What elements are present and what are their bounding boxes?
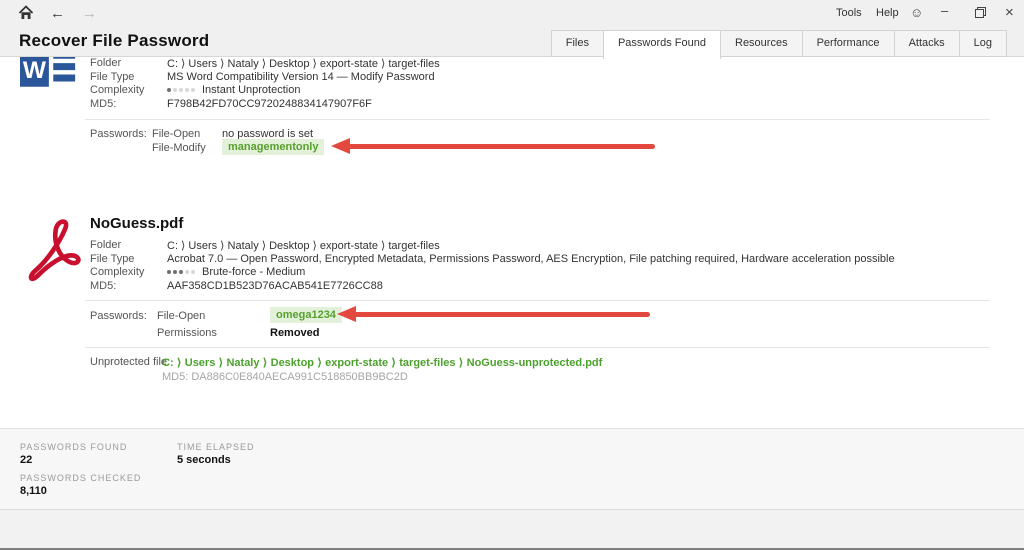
password-type: Permissions (157, 327, 217, 339)
passwords-checked-value: 8,110 (20, 485, 47, 497)
complexity-dots (167, 266, 197, 278)
restore-button[interactable] (975, 7, 986, 18)
folder-value: C: ⟩ Users ⟩ Nataly ⟩ Desktop ⟩ export-s… (167, 57, 440, 70)
forward-icon: → (82, 5, 97, 22)
section-divider (85, 119, 990, 120)
file-type-value: Acrobat 7.0 — Open Password, Encrypted M… (167, 253, 895, 265)
found-password-badge[interactable]: omega1234 (270, 307, 342, 323)
help-menu[interactable]: Help (876, 7, 899, 19)
footer-toolbar: Print Save Job RESUME ATTACKS SAVE REPOR… (0, 509, 1024, 550)
file-type-value: MS Word Compatibility Version 14 — Modif… (167, 71, 435, 83)
results-panel: W Folder C: ⟩ Users ⟩ Nataly ⟩ Desktop ⟩… (0, 57, 1024, 428)
adobe-pdf-icon (27, 212, 83, 288)
section-divider (85, 300, 990, 301)
highlight-arrow (331, 138, 655, 155)
highlight-arrow (337, 306, 650, 323)
md5-value: F798B42FD70CC9720248834147907F6F (167, 98, 372, 110)
minimize-button[interactable]: – (941, 3, 948, 18)
passwords-found-label: PASSWORDS FOUND (20, 442, 127, 452)
tab-log[interactable]: Log (959, 30, 1007, 57)
folder-label: Folder (90, 239, 121, 251)
complexity-label: Complexity (90, 84, 144, 96)
section-divider (85, 347, 990, 348)
tab-performance[interactable]: Performance (802, 30, 895, 57)
md5-value: AAF358CD1B523D76ACAB541E7726CC88 (167, 280, 383, 292)
permissions-value: Removed (270, 327, 320, 339)
page-title: Recover File Password (19, 31, 209, 51)
password-type: File-Open (152, 128, 200, 140)
complexity-label: Complexity (90, 266, 144, 278)
tab-resources[interactable]: Resources (720, 30, 803, 57)
feedback-smiley-icon[interactable]: ☺ (910, 5, 923, 20)
file-type-label: File Type (90, 71, 134, 83)
complexity-value: Brute-force - Medium (167, 266, 305, 278)
app-window: ← → Tools Help ☺ – × Recover File Passwo… (0, 0, 1024, 550)
tab-bar: Files Passwords Found Resources Performa… (552, 30, 1007, 59)
file-name: NoGuess.pdf (90, 215, 183, 232)
close-button[interactable]: × (1005, 4, 1014, 21)
tab-passwords-found[interactable]: Passwords Found (603, 30, 721, 59)
ms-word-icon: W (20, 57, 76, 94)
tab-files[interactable]: Files (551, 30, 604, 57)
found-password-badge[interactable]: managementonly (222, 139, 324, 155)
complexity-value: Instant Unprotection (167, 84, 300, 96)
stats-bar: PASSWORDS FOUND 22 TIME ELAPSED 5 second… (0, 428, 1024, 509)
folder-value: C: ⟩ Users ⟩ Nataly ⟩ Desktop ⟩ export-s… (167, 239, 440, 252)
unprotected-file-path[interactable]: C: ⟩ Users ⟩ Nataly ⟩ Desktop ⟩ export-s… (162, 356, 602, 369)
title-bar: ← → Tools Help ☺ – × (0, 0, 1024, 27)
password-type: File-Modify (152, 142, 206, 154)
tools-menu[interactable]: Tools (836, 7, 862, 19)
svg-text:W: W (23, 57, 47, 84)
folder-label: Folder (90, 57, 121, 69)
md5-label: MD5: (90, 280, 116, 292)
tab-attacks[interactable]: Attacks (894, 30, 960, 57)
passwords-checked-label: PASSWORDS CHECKED (20, 473, 141, 483)
file-type-label: File Type (90, 253, 134, 265)
home-icon[interactable] (18, 5, 34, 21)
unprotected-file-md5: MD5: DA886C0E840AECA991C518850BB9BC2D (162, 371, 408, 383)
complexity-dots (167, 84, 197, 96)
password-type: File-Open (157, 310, 205, 322)
passwords-label: Passwords: (90, 310, 147, 322)
time-elapsed-value: 5 seconds (177, 454, 231, 466)
unprotected-file-label: Unprotected file: (90, 356, 170, 368)
back-icon[interactable]: ← (50, 5, 65, 22)
passwords-found-value: 22 (20, 454, 32, 466)
passwords-label: Passwords: (90, 128, 147, 140)
time-elapsed-label: TIME ELAPSED (177, 442, 255, 452)
md5-label: MD5: (90, 98, 116, 110)
